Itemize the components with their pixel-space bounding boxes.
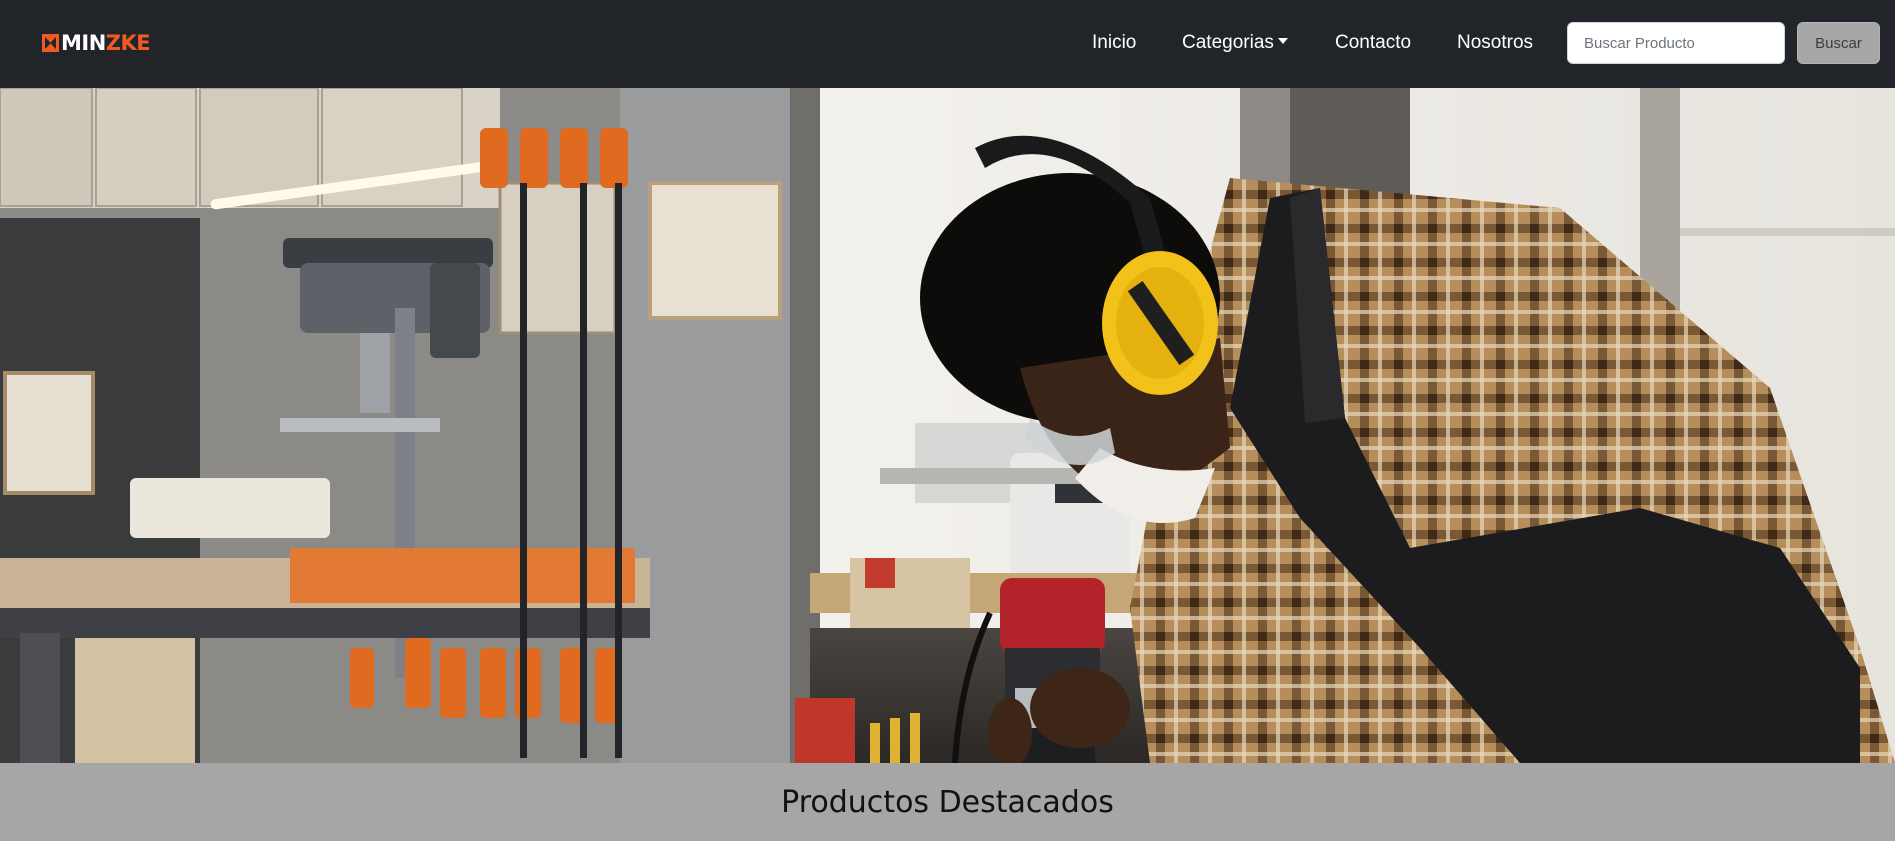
caret-down-icon [1277, 38, 1288, 44]
hero-image [0, 88, 1895, 763]
brand-name: MINZKE [61, 31, 151, 55]
logo-mark-icon [42, 34, 59, 52]
featured-products-section: Productos Destacados [0, 763, 1895, 841]
nav-link-inicio[interactable]: Inicio [1092, 31, 1136, 55]
top-navbar: MINZKE Inicio Categorias Contacto Nosotr… [0, 0, 1895, 88]
featured-products-title: Productos Destacados [781, 785, 1114, 820]
nav-dropdown-categorias[interactable]: Categorias [1182, 31, 1288, 55]
search-button[interactable]: Buscar [1797, 22, 1880, 64]
brand-logo[interactable]: MINZKE [42, 31, 151, 55]
workshop-photo [0, 88, 1895, 763]
nav-categorias-label: Categorias [1182, 32, 1274, 53]
search-input[interactable] [1567, 22, 1785, 64]
nav-link-nosotros[interactable]: Nosotros [1457, 31, 1533, 55]
nav-link-contacto[interactable]: Contacto [1335, 31, 1411, 55]
